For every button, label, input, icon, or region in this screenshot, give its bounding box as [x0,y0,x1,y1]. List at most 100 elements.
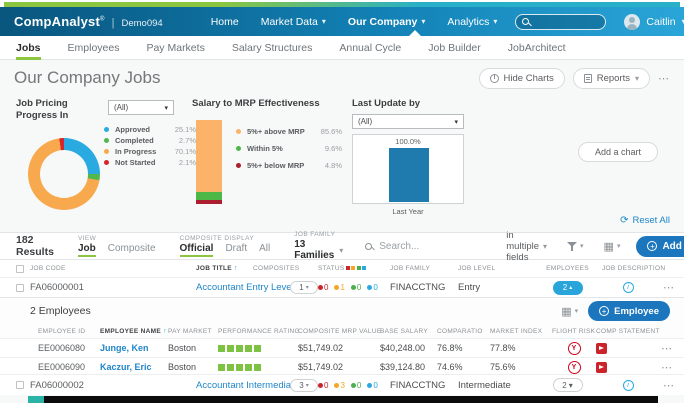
view-option-composite[interactable]: Composite [108,243,156,257]
search-icon [522,18,530,25]
column-header-composites[interactable]: COMPOSITES [253,265,318,272]
tab-pay-markets[interactable]: Pay Markets [146,36,204,59]
status-dot-icon [367,285,373,290]
last-update-filter-select[interactable]: (All) ▾ [352,114,464,129]
search-scope-dropdown[interactable]: in multiple fields ▾ [506,230,547,263]
comparatio-value: 74.6% [437,362,463,372]
search-icon [365,242,373,250]
tab-jobs[interactable]: Jobs [16,36,41,60]
column-header-status[interactable]: STATUS [318,265,390,272]
column-header-composite-mrp-value[interactable]: COMPOSITE MRP VALUE [298,328,381,335]
hide-charts-button[interactable]: Hide Charts [478,67,565,89]
row-checkbox[interactable] [16,381,24,389]
caret-down-icon: ▾ [543,241,548,251]
composite-option-official[interactable]: Official [179,243,214,257]
caret-down-icon: ▾ [574,308,579,315]
app-logo[interactable]: CompAnalyst® | Demo094 [14,14,163,29]
column-settings-button[interactable]: ▦ ▾ [594,233,631,259]
page-body: Our Company Jobs Hide Charts Reports ▾ ⋯ … [0,60,684,403]
employees-pill[interactable]: 2 ▾ [552,378,583,392]
column-header-base-salary[interactable]: BASE SALARY [380,328,437,335]
column-header-market-index[interactable]: MARKET INDEX [490,328,552,335]
job-title-link[interactable]: Accountant Intermediate [196,380,299,391]
column-header-employee-id[interactable]: EMPLOYEE ID [38,328,100,335]
nav-analytics[interactable]: Analytics ▾ [447,16,497,28]
base-salary-value: $40,248.00 [380,343,426,353]
flight-risk-badge[interactable]: Y [567,341,581,355]
job-title-link[interactable]: Accountant Entry Level [196,282,294,293]
composites-pill[interactable]: 3 ▾ [290,378,318,392]
base-salary-value: $39,124.80 [380,362,426,372]
jobs-table-header: JOB CODE JOB TITLE ↑ COMPOSITES STATUS J… [0,260,684,277]
environment-label: Demo094 [121,18,163,29]
tab-annual-cycle[interactable]: Annual Cycle [339,36,401,59]
row-checkbox[interactable] [16,283,24,292]
status-legend-icon [362,266,367,270]
tab-employees[interactable]: Employees [68,36,120,59]
grid-icon: ▦ [603,240,614,253]
column-header-job-title[interactable]: JOB TITLE ↑ [196,265,253,272]
job-pricing-filter-select[interactable]: (All) ▾ [108,100,174,115]
column-header-pay-market[interactable]: PAY MARKET [168,328,218,335]
composite-option-all[interactable]: All [259,243,270,257]
job-family-dropdown[interactable]: 13 Families ▾ [294,239,343,261]
page-title: Our Company Jobs [14,68,161,87]
more-menu-icon[interactable]: ⋯ [658,72,670,85]
row-more-menu-icon[interactable]: ⋯ [661,361,673,374]
job-description-info-icon[interactable]: i [622,379,634,391]
bottom-media-bar[interactable] [28,396,658,403]
nav-home[interactable]: Home [211,16,239,28]
composites-pill[interactable]: 1 ▾ [290,281,318,294]
nav-our-company[interactable]: Our Company ▾ [348,16,425,28]
job-family-filter: JOB FAMILY 13 Families ▾ [294,231,344,261]
module-tab-bar: Jobs Employees Pay Markets Salary Struct… [0,36,684,60]
column-header-job-code[interactable]: JOB CODE [30,265,196,272]
global-search[interactable] [515,13,607,30]
table-search-input[interactable] [379,240,500,252]
column-header-comparatio[interactable]: COMPARATIO [437,328,490,335]
add-employee-button[interactable]: + Employee [588,301,670,321]
reports-button[interactable]: Reports ▾ [572,67,650,89]
legend-bullet-icon [236,146,241,151]
job-description-info-icon[interactable]: i [622,282,634,293]
composite-mrp-value: $51,749.02 [298,362,344,372]
column-header-comp-statement[interactable]: COMP STATEMENT [596,328,659,335]
add-a-chart-button[interactable]: Add a chart [578,142,658,162]
column-header-performance-rating[interactable]: PERFORMANCE RATING [218,328,300,335]
tab-salary-structures[interactable]: Salary Structures [232,36,313,59]
select-all-checkbox[interactable] [16,264,24,273]
status-dot-icon [334,382,340,388]
nav-market-data[interactable]: Market Data ▾ [261,16,326,28]
column-header-job-family[interactable]: JOB FAMILY [390,265,458,272]
bar-category-label: Last Year [392,207,424,216]
filter-button[interactable]: ▾ [557,233,594,259]
column-header-employees[interactable]: EMPLOYEES [546,265,589,272]
employees-pill-expanded[interactable]: 2 ▴ [552,280,583,295]
column-header-job-description[interactable]: JOB DESCRIPTION [602,265,665,272]
employee-name-link[interactable]: Junge, Ken [100,343,168,353]
pdf-icon[interactable] [596,361,607,373]
add-button[interactable]: +Add▾ [636,235,684,257]
tab-job-builder[interactable]: Job Builder [428,36,481,59]
legend-bullet-icon [104,127,109,132]
user-menu[interactable]: Caitlin ▾ [624,13,684,30]
employees-column-settings-button[interactable]: ▦ ▾ [561,305,578,318]
row-more-menu-icon[interactable]: ⋯ [661,342,673,355]
reset-all-link[interactable]: ⟳ Reset All [620,215,670,226]
employee-name-link[interactable]: Kaczur, Eric [100,362,168,372]
column-header-flight-risk[interactable]: FLIGHT RISK [552,328,596,335]
pdf-icon[interactable] [596,342,607,354]
flight-risk-badge[interactable]: Y [567,360,581,374]
row-more-menu-icon[interactable]: ⋯ [663,379,675,392]
column-header-employee-name[interactable]: EMPLOYEE NAME ↑ [100,328,168,335]
view-option-job[interactable]: Job [77,243,96,257]
avatar [624,13,641,30]
composite-option-draft[interactable]: Draft [225,243,247,257]
caret-down-icon: ▾ [454,118,458,126]
caret-up-icon: ▴ [569,285,573,291]
row-more-menu-icon[interactable]: ⋯ [663,281,675,294]
column-header-job-level[interactable]: JOB LEVEL [458,265,533,272]
tab-jobarchitect[interactable]: JobArchitect [508,36,566,59]
global-search-input[interactable] [529,16,600,27]
legend-item: 5%+ above MRP 85.6% [236,126,342,137]
